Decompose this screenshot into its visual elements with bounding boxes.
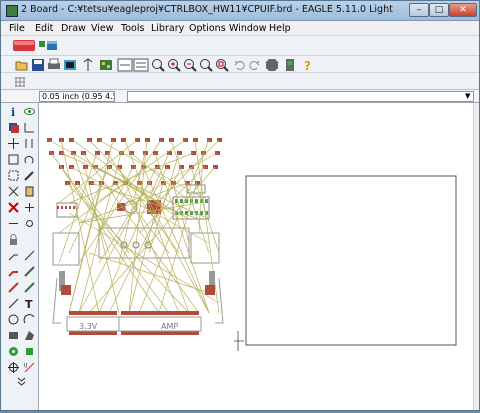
help-icon[interactable]: ? xyxy=(301,58,315,72)
zoom-out-icon[interactable] xyxy=(183,58,197,72)
board-label-3v3: 3.3V xyxy=(79,322,98,331)
mirror-icon[interactable] xyxy=(7,153,20,166)
polygon-icon[interactable] xyxy=(23,329,36,342)
close-button[interactable]: ✕ xyxy=(449,3,477,17)
design-link-logo[interactable] xyxy=(11,36,91,56)
menu-bar: File Edit Draw View Tools Library Option… xyxy=(1,21,479,36)
lock-icon[interactable] xyxy=(7,233,20,246)
main-toolbar: ? xyxy=(1,56,479,73)
drc-icon[interactable] xyxy=(81,58,95,72)
smd-icon[interactable] xyxy=(23,345,36,358)
schematic-icon[interactable] xyxy=(117,58,133,72)
info-icon[interactable]: i xyxy=(7,105,20,118)
print-icon[interactable] xyxy=(47,58,61,72)
coordinate-bar: 0.05 inch (0.95 4.50) ▼ xyxy=(1,90,479,103)
route-icon[interactable] xyxy=(7,265,20,278)
eagle-app-icon xyxy=(6,5,18,17)
save-icon[interactable] xyxy=(31,58,45,72)
board-drawing[interactable]: 3.3V AMP xyxy=(39,103,473,410)
menu-view[interactable]: View xyxy=(91,23,114,34)
replace-icon[interactable] xyxy=(23,217,36,230)
split-icon[interactable] xyxy=(7,249,20,262)
board-canvas[interactable]: 3.3V AMP xyxy=(39,103,473,410)
arc-icon[interactable] xyxy=(23,313,36,326)
text-icon[interactable]: T xyxy=(23,297,36,310)
menu-window[interactable]: Window xyxy=(229,23,266,34)
hole-icon[interactable] xyxy=(7,361,20,374)
mark-icon[interactable] xyxy=(23,121,36,134)
svg-text:IJ: IJ xyxy=(24,363,27,369)
show-icon[interactable] xyxy=(23,105,36,118)
change-icon[interactable] xyxy=(23,169,36,182)
group-icon[interactable] xyxy=(7,169,20,182)
move-icon[interactable] xyxy=(7,137,20,150)
maximize-button[interactable]: □ xyxy=(429,3,449,17)
design-link-toolbar xyxy=(1,36,479,56)
zoom-redraw-icon[interactable] xyxy=(199,58,213,72)
zoom-in-icon[interactable] xyxy=(167,58,181,72)
stop-icon[interactable] xyxy=(265,58,279,72)
menu-file[interactable]: File xyxy=(9,23,25,34)
more-tools-chevron-icon[interactable] xyxy=(15,375,28,388)
board-outline xyxy=(245,175,457,346)
menu-tools[interactable]: Tools xyxy=(121,23,144,34)
ratsnest-icon[interactable]: IJ xyxy=(23,361,36,374)
cut-icon[interactable] xyxy=(7,185,20,198)
svg-text:T: T xyxy=(25,298,33,310)
parameter-toolbar xyxy=(1,73,479,90)
undo-icon[interactable] xyxy=(233,58,247,72)
optimize-icon[interactable] xyxy=(23,249,36,262)
copy-icon[interactable] xyxy=(23,137,36,150)
menu-edit[interactable]: Edit xyxy=(35,23,53,34)
cam-icon[interactable] xyxy=(63,58,77,72)
board-icon[interactable] xyxy=(99,58,113,72)
pinswap-icon[interactable] xyxy=(7,217,20,230)
script-icon[interactable] xyxy=(133,58,149,72)
zoom-select-icon[interactable] xyxy=(215,58,229,72)
command-line-input[interactable] xyxy=(127,91,474,102)
circle-icon[interactable] xyxy=(7,313,20,326)
paste-icon[interactable] xyxy=(23,185,36,198)
display-icon[interactable] xyxy=(7,121,20,134)
menu-help[interactable]: Help xyxy=(269,23,291,34)
menu-draw[interactable]: Draw xyxy=(61,23,86,34)
board-label-amp: AMP xyxy=(161,322,178,331)
zoom-fit-icon[interactable] xyxy=(151,58,165,72)
open-icon[interactable] xyxy=(15,58,29,72)
vertical-scrollbar[interactable] xyxy=(473,103,479,410)
origin-mark xyxy=(234,331,244,351)
svg-text:i: i xyxy=(11,106,15,118)
line-icon[interactable] xyxy=(7,297,20,310)
wire-icon[interactable] xyxy=(7,281,20,294)
grid-icon[interactable] xyxy=(13,75,27,89)
window-title: 2 Board - C:¥tetsu¥eagleproj¥CTRLBOX_HW1… xyxy=(21,4,393,15)
signal-icon[interactable] xyxy=(23,281,36,294)
rotate-icon[interactable] xyxy=(23,153,36,166)
redo-icon[interactable] xyxy=(247,58,261,72)
eagle-window: 2 Board - C:¥tetsu¥eagleproj¥CTRLBOX_HW1… xyxy=(0,0,480,411)
command-toolbar: i T IJ xyxy=(1,103,39,410)
minimize-button[interactable]: – xyxy=(409,3,429,17)
command-history-dropdown[interactable]: ▼ xyxy=(465,92,470,100)
go-icon[interactable] xyxy=(283,58,297,72)
add-icon[interactable] xyxy=(23,201,36,214)
menu-options[interactable]: Options xyxy=(189,23,226,34)
coordinate-display: 0.05 inch (0.95 4.50) xyxy=(39,91,115,102)
delete-icon[interactable] xyxy=(7,201,20,214)
rect-icon[interactable] xyxy=(7,329,20,342)
via-icon[interactable] xyxy=(7,345,20,358)
ripup-icon[interactable] xyxy=(23,265,36,278)
svg-text:?: ? xyxy=(304,59,311,72)
title-bar: 2 Board - C:¥tetsu¥eagleproj¥CTRLBOX_HW1… xyxy=(1,1,479,21)
menu-library[interactable]: Library xyxy=(151,23,184,34)
